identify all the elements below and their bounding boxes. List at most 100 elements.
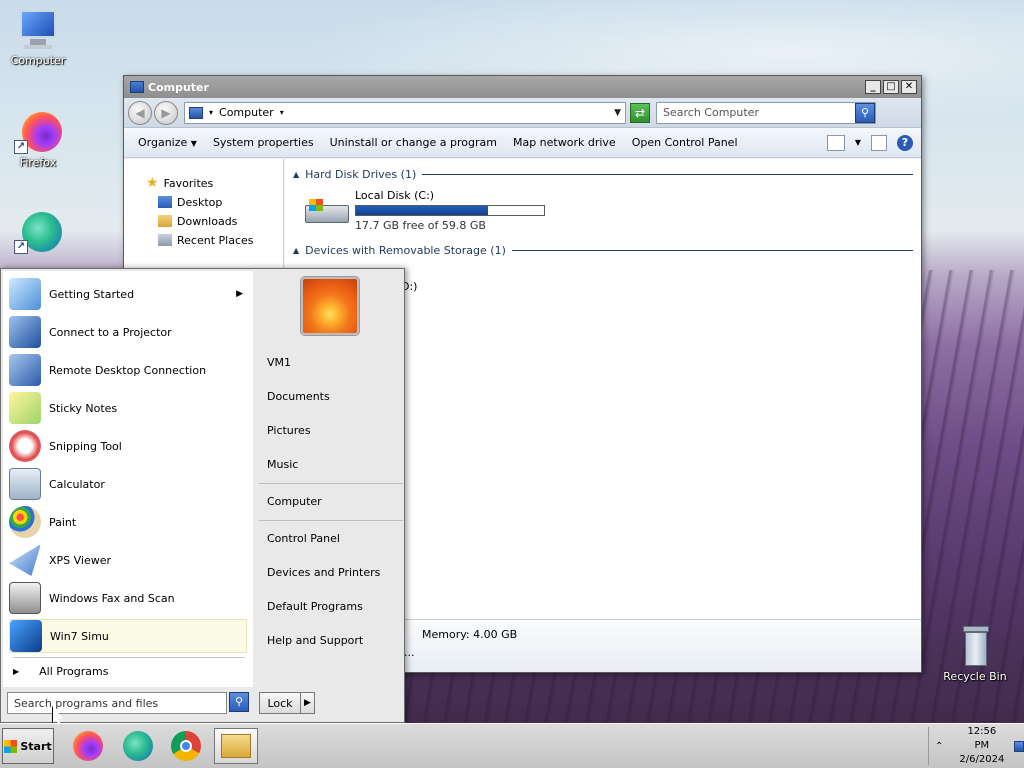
search-input[interactable]: Search Computer ⚲ [656, 101, 876, 124]
address-dropdown-icon[interactable]: ▼ [614, 108, 621, 118]
breadcrumb-arrow-icon[interactable]: ▾ [209, 108, 213, 117]
clock-date: 2/6/2024 [959, 754, 1005, 765]
program-paint[interactable]: Paint [9, 505, 247, 539]
user-picture-flower[interactable] [301, 277, 359, 335]
program-connect-projector[interactable]: Connect to a Projector [9, 315, 247, 349]
system-tray: ⌃ 12:56 PM 2/6/2024 [928, 725, 1024, 767]
drive-usage-fill [356, 206, 489, 215]
link-music[interactable]: Music [267, 458, 298, 471]
nav-recent-places[interactable]: Recent Places [158, 232, 254, 248]
edge-icon [123, 731, 153, 761]
group-removable-label: Devices with Removable Storage (1) [305, 244, 506, 257]
taskbar-edge[interactable] [116, 728, 160, 764]
show-hidden-icons-icon[interactable]: ⌃ [935, 741, 943, 752]
start-button[interactable]: Start [2, 728, 54, 764]
lock-label: Lock [267, 696, 293, 710]
edge-icon: ↗ [14, 210, 62, 254]
link-user[interactable]: VM1 [267, 356, 291, 369]
nav-downloads[interactable]: Downloads [158, 213, 237, 229]
desktop-icon-firefox[interactable]: ↗ Firefox [3, 110, 73, 169]
taskbar-chrome[interactable] [164, 728, 208, 764]
close-button[interactable]: ✕ [901, 80, 917, 94]
organize-label: Organize [138, 136, 188, 149]
chevron-down-icon[interactable]: ▼ [855, 138, 861, 147]
nav-desktop[interactable]: Desktop [158, 194, 222, 210]
network-icon[interactable] [1014, 740, 1024, 752]
program-label: Windows Fax and Scan [49, 591, 175, 605]
group-header-removable[interactable]: ▲ Devices with Removable Storage (1) [293, 244, 913, 257]
win7-simu-icon [10, 620, 42, 652]
minimize-button[interactable]: _ [865, 80, 881, 94]
back-button[interactable]: ◀ [128, 100, 152, 125]
program-win7-simu[interactable]: Win7 Simu [9, 619, 247, 653]
group-header-hdd[interactable]: ▲ Hard Disk Drives (1) [293, 168, 913, 181]
chevron-right-icon[interactable]: ▶ [300, 693, 314, 713]
remote-desktop-icon [9, 354, 41, 386]
drive-free-space: 17.7 GB free of 59.8 GB [355, 219, 486, 232]
link-computer[interactable]: Computer [267, 495, 322, 508]
program-xps-viewer[interactable]: XPS Viewer [9, 543, 247, 577]
forward-button[interactable]: ▶ [154, 100, 178, 125]
program-getting-started[interactable]: Getting Started ▶ [9, 277, 247, 311]
window-titlebar[interactable]: Computer _ □ ✕ [124, 76, 921, 98]
taskbar: Start ⌃ 12:56 PM 2/6/2024 [0, 723, 1024, 768]
drive-name: Local Disk (C:) [355, 189, 435, 202]
program-fax-scan[interactable]: Windows Fax and Scan [9, 581, 247, 615]
start-search-input[interactable]: Search programs and files [7, 692, 227, 714]
view-options-icon[interactable] [826, 134, 845, 151]
desktop-icon-edge[interactable]: ↗ [3, 210, 73, 256]
address-toolbar: ◀ ▶ ▾ Computer ▾ ▼ ⇄ Search Computer ⚲ [124, 98, 921, 128]
folder-icon [221, 734, 251, 758]
computer-icon [130, 81, 144, 93]
fax-scanner-icon [9, 582, 41, 614]
program-label: Connect to a Projector [49, 325, 172, 339]
refresh-button[interactable]: ⇄ [630, 102, 650, 123]
chrome-icon [171, 731, 201, 761]
desktop-icon-label: Recycle Bin [943, 670, 1007, 683]
open-control-panel-button[interactable]: Open Control Panel [632, 136, 738, 149]
program-remote-desktop[interactable]: Remote Desktop Connection [9, 353, 247, 387]
start-menu-right-pane: VM1 Documents Pictures Music Computer Co… [255, 269, 405, 687]
search-icon[interactable]: ⚲ [855, 102, 875, 123]
lock-button[interactable]: Lock ▶ [259, 692, 315, 714]
map-network-drive-button[interactable]: Map network drive [513, 136, 616, 149]
link-default-programs[interactable]: Default Programs [267, 600, 363, 613]
desktop-icon-recycle-bin[interactable]: Recycle Bin [940, 624, 1010, 683]
preview-pane-icon[interactable] [871, 134, 887, 151]
program-sticky-notes[interactable]: Sticky Notes [9, 391, 247, 425]
link-pictures[interactable]: Pictures [267, 424, 311, 437]
taskbar-explorer[interactable] [214, 728, 258, 764]
start-menu: Getting Started ▶ Connect to a Projector… [0, 268, 405, 723]
maximize-button[interactable]: □ [883, 80, 899, 94]
link-devices-printers[interactable]: Devices and Printers [267, 566, 380, 579]
window-title: Computer [148, 80, 209, 94]
separator [13, 657, 245, 658]
taskbar-firefox[interactable] [66, 728, 110, 764]
group-hdd-label: Hard Disk Drives (1) [305, 168, 417, 181]
command-bar: Organize ▼ System properties Uninstall o… [124, 128, 921, 158]
recent-places-icon [158, 234, 172, 246]
program-label: Calculator [49, 477, 105, 491]
program-snipping-tool[interactable]: Snipping Tool [9, 429, 247, 463]
help-icon[interactable]: ? [897, 134, 913, 151]
search-icon[interactable]: ⚲ [229, 692, 249, 712]
clock[interactable]: 12:56 PM 2/6/2024 [959, 725, 1004, 767]
nav-favorites[interactable]: ★ Favorites [146, 175, 213, 191]
breadcrumb-arrow-icon[interactable]: ▾ [280, 108, 284, 117]
desktop-icon-computer[interactable]: Computer [3, 8, 73, 67]
system-properties-button[interactable]: System properties [213, 136, 314, 149]
program-calculator[interactable]: Calculator [9, 467, 247, 501]
link-control-panel[interactable]: Control Panel [267, 532, 340, 545]
nav-downloads-label: Downloads [177, 214, 238, 228]
address-bar[interactable]: ▾ Computer ▾ ▼ [184, 101, 626, 124]
windows-logo-icon [4, 739, 18, 753]
star-icon: ★ [146, 175, 159, 191]
all-programs-button[interactable]: ▶ All Programs [13, 665, 108, 678]
breadcrumb-computer[interactable]: Computer [219, 106, 274, 119]
link-documents[interactable]: Documents [267, 390, 330, 403]
uninstall-program-button[interactable]: Uninstall or change a program [330, 136, 497, 149]
link-help-support[interactable]: Help and Support [267, 634, 363, 647]
organize-button[interactable]: Organize ▼ [138, 136, 197, 149]
drive-local-disk-c[interactable]: Local Disk (C:) 17.7 GB free of 59.8 GB [305, 189, 565, 234]
getting-started-icon [9, 278, 41, 310]
